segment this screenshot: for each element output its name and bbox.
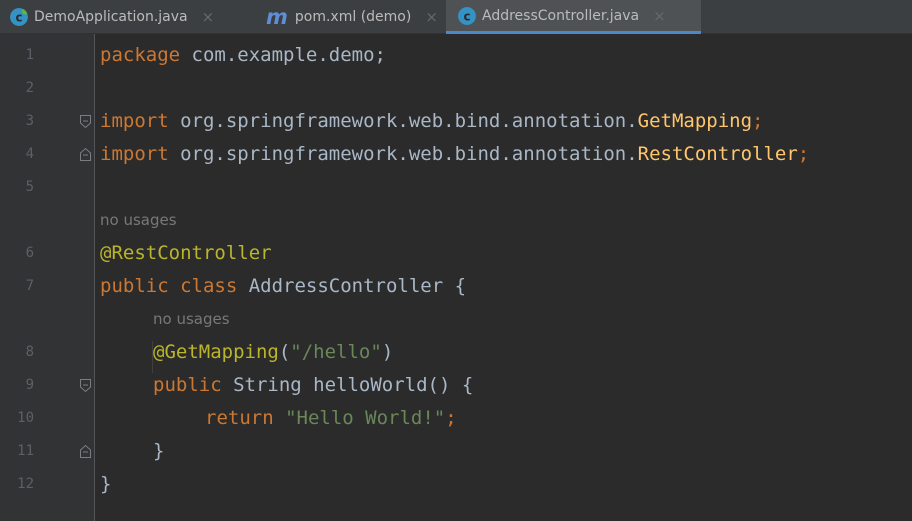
- code-line-4: 4 import org.springframework.web.bind.an…: [0, 138, 912, 171]
- fold-open-icon[interactable]: [79, 378, 92, 393]
- code-line-9: 9 public String helloWorld() {: [0, 369, 912, 402]
- code-line-8: 8 @GetMapping("/hello"): [0, 336, 912, 369]
- line-number: 5: [25, 179, 34, 195]
- code-line-12: 12 }: [0, 468, 912, 501]
- line-number: 6: [25, 245, 34, 261]
- code-text[interactable]: import org.springframework.web.bind.anno…: [100, 105, 763, 138]
- code-line-11: 11 }: [0, 435, 912, 468]
- usage-hint-line: no usages: [0, 204, 912, 237]
- usage-hint-line: no usages: [0, 303, 912, 336]
- fold-close-icon[interactable]: [79, 147, 92, 162]
- line-number: 11: [17, 443, 34, 459]
- close-icon[interactable]: ×: [653, 7, 666, 25]
- code-line-3: 3 import org.springframework.web.bind.an…: [0, 105, 912, 138]
- code-line-7: 7 public class AddressController {: [0, 270, 912, 303]
- tab-address-controller[interactable]: c AddressController.java ×: [446, 0, 701, 34]
- usage-hint[interactable]: no usages: [100, 204, 177, 237]
- code-text[interactable]: }: [153, 435, 164, 468]
- line-number: 10: [17, 410, 34, 426]
- line-number: 7: [25, 278, 34, 294]
- code-text[interactable]: @GetMapping("/hello"): [153, 336, 393, 369]
- tab-pom-xml[interactable]: m pom.xml (demo) ×: [266, 0, 442, 34]
- tab-label: DemoApplication.java: [34, 9, 188, 25]
- line-number: 4: [25, 146, 34, 162]
- code-text[interactable]: }: [100, 468, 111, 501]
- code-text[interactable]: package com.example.demo;: [100, 39, 386, 72]
- fold-close-icon[interactable]: [79, 444, 92, 459]
- code-text[interactable]: @RestController: [100, 237, 272, 270]
- line-number: 12: [17, 476, 34, 492]
- code-text[interactable]: import org.springframework.web.bind.anno…: [100, 138, 809, 171]
- close-icon[interactable]: ×: [425, 8, 438, 26]
- code-line-1: 1 package com.example.demo;: [0, 39, 912, 72]
- line-number: 8: [25, 344, 34, 360]
- tab-label: pom.xml (demo): [294, 9, 412, 25]
- code-text[interactable]: public class AddressController {: [100, 270, 466, 303]
- code-text[interactable]: return "Hello World!";: [205, 402, 457, 435]
- code-line-2: 2: [0, 72, 912, 105]
- svg-text:c: c: [15, 11, 22, 25]
- line-number: 3: [25, 113, 34, 129]
- line-number: 9: [25, 377, 34, 393]
- usage-hint[interactable]: no usages: [153, 303, 230, 336]
- editor-tab-bar: c DemoApplication.java × m pom.xml (demo…: [0, 0, 912, 34]
- java-class-icon: c: [10, 8, 28, 26]
- maven-icon: m: [266, 4, 288, 29]
- line-number: 1: [25, 47, 34, 63]
- line-number: 2: [25, 80, 34, 96]
- close-icon[interactable]: ×: [202, 8, 215, 26]
- tab-label: AddressController.java: [482, 7, 640, 24]
- fold-open-icon[interactable]: [79, 114, 92, 129]
- svg-text:c: c: [463, 9, 470, 23]
- java-class-icon: c: [458, 6, 476, 25]
- code-text[interactable]: public String helloWorld() {: [153, 369, 473, 402]
- code-line-10: 10 return "Hello World!";: [0, 402, 912, 435]
- code-line-5: 5: [0, 171, 912, 204]
- code-editor[interactable]: 1 package com.example.demo; 2 3 import o…: [0, 34, 912, 521]
- tab-demo-application[interactable]: c DemoApplication.java ×: [10, 0, 238, 34]
- code-line-6: 6 @RestController: [0, 237, 912, 270]
